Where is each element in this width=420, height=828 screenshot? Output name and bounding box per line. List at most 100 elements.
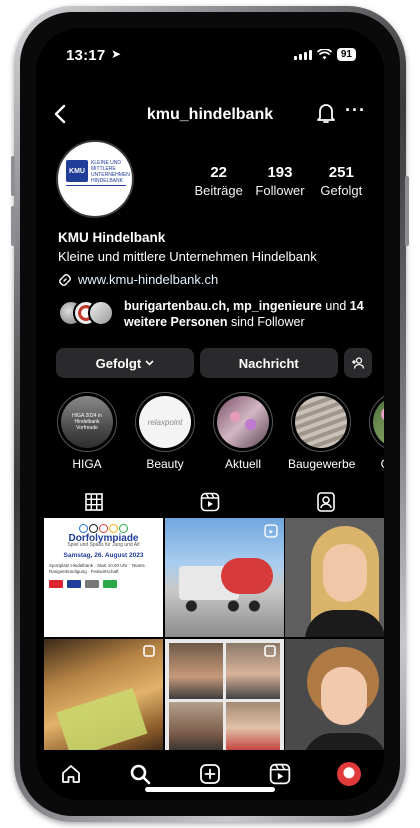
- profile-stats: 22 Beiträge 193 Follower 251 Gefolgt: [188, 164, 372, 198]
- profile-bio: KMU Hindelbank Kleine und mittlere Unter…: [58, 230, 370, 287]
- highlight-image: [295, 396, 347, 448]
- pastry-napkin: [56, 687, 148, 758]
- stat-followers-label: Follower: [255, 183, 305, 198]
- chevron-down-icon: [145, 360, 154, 366]
- highlight-label: Aktuell: [224, 457, 262, 471]
- home-indicator[interactable]: [145, 787, 275, 792]
- highlight-label: Baugewerbe: [288, 457, 356, 471]
- tab-reels[interactable]: [152, 486, 268, 518]
- link-icon: [59, 273, 71, 286]
- profile-description: Kleine und mittlere Unternehmen Hindelba…: [58, 249, 317, 264]
- profile-name: KMU Hindelbank: [58, 230, 166, 245]
- profile-avatar[interactable]: KMU KLEINE UND MITTLERE UNTERNEHMEN HIND…: [56, 140, 134, 218]
- poster-body: Sportplatz Hindelbank · Start 10.00 Uhr …: [49, 563, 148, 574]
- post-tile-portrait-blonde[interactable]: [285, 518, 384, 637]
- stat-posts-value: 22: [210, 164, 227, 181]
- tab-tagged[interactable]: [268, 486, 384, 518]
- stat-following-label: Gefolgt: [320, 183, 363, 198]
- collage-photo: [225, 701, 280, 754]
- avatar-logo-badge: KMU: [66, 160, 88, 182]
- followed-by[interactable]: burigartenbau.ch, mp_ingenieure und 14 w…: [58, 298, 370, 330]
- stat-followers[interactable]: 193 Follower: [249, 164, 310, 198]
- highlight-ring: [213, 392, 273, 452]
- power-button: [405, 176, 409, 246]
- nav-profile[interactable]: [331, 756, 367, 792]
- avatar-logo-divider: [66, 185, 126, 186]
- highlight-image: [373, 396, 384, 448]
- location-arrow-icon: ➤: [111, 47, 122, 61]
- highlight-image-text: HIGA 2024 in Hindelbank Vorfreude: [72, 413, 102, 431]
- stat-posts[interactable]: 22 Beiträge: [188, 164, 249, 198]
- home-icon: [61, 765, 80, 783]
- stat-following-value: 251: [328, 164, 354, 181]
- portrait-face: [323, 544, 367, 602]
- notification-bell-icon[interactable]: [316, 102, 336, 124]
- portrait-face: [321, 666, 367, 725]
- highlight-ring: [369, 392, 384, 452]
- multi-image-badge-icon: [263, 644, 276, 657]
- post-tile-dorfolympiade[interactable]: Dorfolympiade Spiel und Spass für Jung u…: [44, 518, 163, 637]
- poster-subtitle: Spiel und Spass für Jung und Alt: [67, 542, 140, 548]
- truck-wheels: [182, 600, 267, 612]
- highlight-image-text: relaxpoint: [147, 417, 183, 427]
- phone-frame: 13:17 ➤ 91 kmu_hindelbank ··· KMU KLEINE…: [11, 6, 409, 822]
- poster-sponsor-logos: [49, 580, 158, 588]
- stat-following[interactable]: 251 Gefolgt: [311, 164, 372, 198]
- signal-icon: [293, 49, 312, 60]
- multi-image-badge-icon: [143, 644, 155, 657]
- highlight-beauty[interactable]: relaxpoint Beauty: [132, 392, 198, 471]
- following-button[interactable]: Gefolgt: [56, 348, 194, 378]
- followed-by-suffix-plain: sind Follower: [227, 315, 305, 329]
- message-button[interactable]: Nachricht: [199, 348, 338, 378]
- reels-icon: [200, 492, 220, 512]
- highlight-garten[interactable]: Garten: [366, 392, 384, 471]
- tab-posts-grid[interactable]: [36, 486, 152, 520]
- stat-followers-value: 193: [267, 164, 293, 181]
- followed-by-names: burigartenbau.ch, mp_ingenieure: [124, 299, 322, 313]
- followed-by-suffix: weitere Personen: [124, 315, 228, 329]
- add-person-icon: [351, 357, 364, 369]
- status-bar: 13:17 ➤ 91: [36, 28, 384, 74]
- reel-badge-icon: [263, 524, 278, 538]
- battery-indicator: 91: [336, 48, 356, 61]
- volume-down-button: [11, 206, 15, 246]
- highlight-ring: relaxpoint: [135, 392, 195, 452]
- avatar-logo-text: KLEINE UND MITTLERE UNTERNEHMEN HINDELBA…: [91, 160, 130, 184]
- website-link[interactable]: www.kmu-hindelbank.ch: [58, 272, 370, 287]
- nav-home[interactable]: [53, 756, 89, 792]
- highlight-label: Beauty: [146, 457, 184, 471]
- post-grid: Dorfolympiade Spiel und Spass für Jung u…: [44, 518, 384, 758]
- add-user-button[interactable]: [343, 348, 373, 378]
- post-tile-pastry[interactable]: [44, 638, 163, 758]
- highlight-image: relaxpoint: [139, 396, 191, 448]
- profile-avatar-small: [337, 762, 362, 786]
- screen: 13:17 ➤ 91 kmu_hindelbank ··· KMU KLEINE…: [36, 28, 384, 800]
- status-icons: 91: [293, 48, 356, 61]
- search-icon: [131, 764, 151, 785]
- volume-up-button: [11, 156, 15, 196]
- follower-avatars: [58, 300, 116, 328]
- post-tile-portrait-curly[interactable]: [285, 638, 384, 758]
- profile-actions: Gefolgt Nachricht: [56, 348, 373, 378]
- collage-photo: [168, 701, 223, 754]
- profile-header: kmu_hindelbank ···: [36, 100, 384, 130]
- highlight-higa[interactable]: HIGA 2024 in Hindelbank Vorfreude HIGA: [54, 392, 120, 471]
- truck-drum: [220, 558, 273, 594]
- add-post-icon: [200, 764, 220, 784]
- more-options-icon[interactable]: ···: [345, 100, 366, 121]
- post-tile-collage[interactable]: [164, 638, 284, 758]
- profile-tabs: [36, 486, 384, 520]
- olympic-rings-icon: [49, 524, 158, 533]
- followed-by-text: burigartenbau.ch, mp_ingenieure und 14 w…: [124, 298, 370, 330]
- post-tile-truck[interactable]: [164, 518, 284, 637]
- highlight-ring: [291, 392, 351, 452]
- message-button-label: Nachricht: [238, 355, 299, 371]
- highlight-label: Garten: [366, 457, 384, 471]
- highlight-baugewerbe[interactable]: Baugewerbe: [288, 392, 356, 471]
- collage-photo: [168, 642, 223, 699]
- follower-avatar: [88, 300, 114, 326]
- highlight-aktuell[interactable]: Aktuell: [210, 392, 276, 471]
- status-time: 13:17: [66, 47, 106, 64]
- wifi-icon: [316, 49, 332, 60]
- phone-bezel: 13:17 ➤ 91 kmu_hindelbank ··· KMU KLEINE…: [20, 12, 400, 816]
